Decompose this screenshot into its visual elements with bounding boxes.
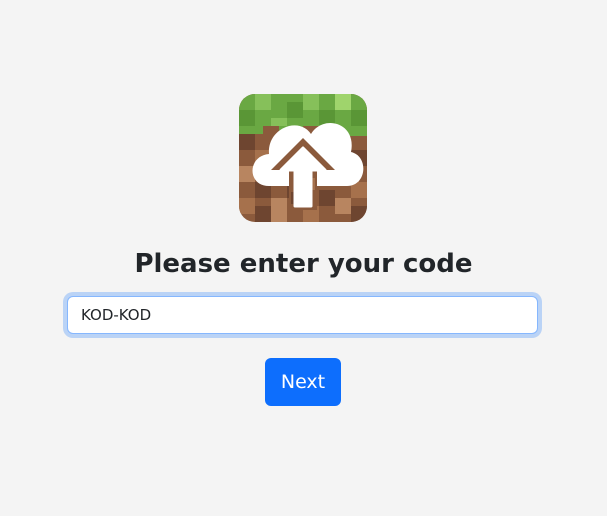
next-button[interactable]: Next bbox=[265, 358, 341, 406]
page: Please enter your code Next bbox=[0, 0, 607, 516]
code-input[interactable] bbox=[67, 296, 538, 334]
app-logo bbox=[239, 94, 367, 222]
grass-block-upload-icon bbox=[239, 94, 367, 222]
page-title: Please enter your code bbox=[134, 249, 473, 279]
